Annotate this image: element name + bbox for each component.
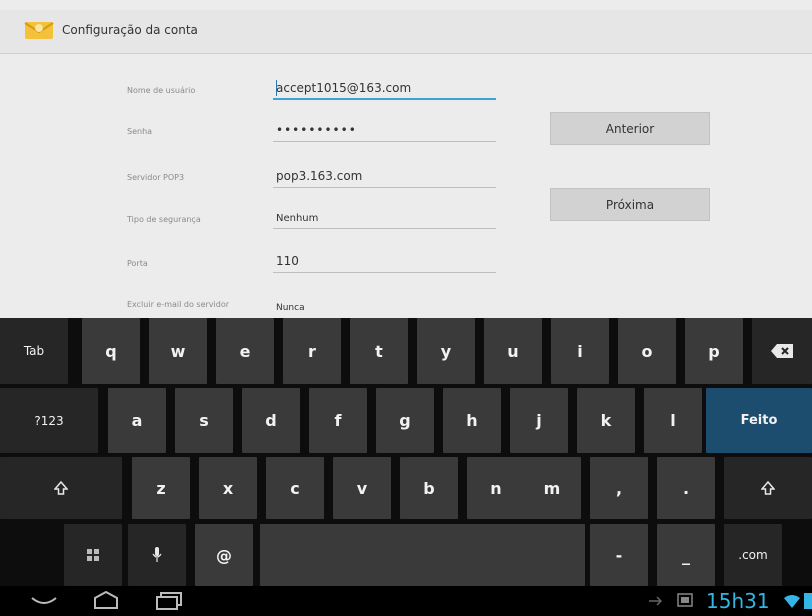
password-label: Senha (127, 127, 153, 136)
back-icon[interactable] (30, 594, 58, 608)
key-shift-right[interactable] (724, 457, 812, 519)
key-voice[interactable] (128, 524, 186, 586)
security-type-select[interactable]: Nenhum (273, 207, 496, 229)
key-r[interactable]: r (283, 318, 341, 384)
key-comma[interactable]: , (590, 457, 648, 519)
screenshot-icon (677, 593, 693, 607)
port-value: 110 (276, 254, 299, 268)
username-field[interactable]: accept1015@163.com (273, 78, 496, 100)
status-clock: 15h31 (706, 589, 770, 613)
key-f[interactable]: f (309, 388, 367, 453)
microphone-icon (152, 547, 162, 562)
key-o[interactable]: o (618, 318, 676, 384)
pop3-server-label: Servidor POP3 (127, 173, 185, 182)
account-settings-screen: Configuração da conta Nome de usuário ac… (0, 0, 812, 318)
delete-email-label: Excluir e-mail do servidor (127, 300, 229, 309)
username-label: Nome de usuário (127, 86, 196, 95)
key-q[interactable]: q (82, 318, 140, 384)
key-backspace[interactable] (752, 318, 812, 384)
key-k[interactable]: k (577, 388, 635, 453)
key-e[interactable]: e (216, 318, 274, 384)
pop3-server-value: pop3.163.com (276, 169, 363, 183)
backspace-icon (771, 344, 793, 358)
key-b[interactable]: b (400, 457, 458, 519)
key-g[interactable]: g (376, 388, 434, 453)
key-emoji[interactable] (64, 524, 122, 586)
key-j[interactable]: j (510, 388, 568, 453)
key-v[interactable]: v (333, 457, 391, 519)
key-tab[interactable]: Tab (0, 318, 68, 384)
key-l[interactable]: l (644, 388, 702, 453)
key-p[interactable]: p (685, 318, 743, 384)
port-field[interactable]: 110 (273, 251, 496, 273)
key-y[interactable]: y (417, 318, 475, 384)
security-type-value: Nenhum (276, 213, 319, 224)
key-w[interactable]: w (149, 318, 207, 384)
action-bar: Configuração da conta (0, 10, 812, 54)
key-t[interactable]: t (350, 318, 408, 384)
key-a[interactable]: a (108, 388, 166, 453)
key-d[interactable]: d (242, 388, 300, 453)
key-dotcom[interactable]: .com (724, 524, 782, 586)
previous-button[interactable]: Anterior (550, 112, 710, 145)
key-dash[interactable]: - (590, 524, 648, 586)
key-symbols[interactable]: ?123 (0, 388, 98, 453)
page-title: Configuração da conta (62, 23, 198, 37)
key-u[interactable]: u (484, 318, 542, 384)
key-period[interactable]: . (657, 457, 715, 519)
port-label: Porta (127, 259, 148, 268)
key-space[interactable] (260, 524, 585, 586)
key-i[interactable]: i (551, 318, 609, 384)
key-h[interactable]: h (443, 388, 501, 453)
password-field[interactable]: •••••••••• (273, 120, 496, 142)
key-s[interactable]: s (175, 388, 233, 453)
key-x[interactable]: x (199, 457, 257, 519)
recent-apps-icon[interactable] (155, 592, 183, 610)
key-z[interactable]: z (132, 457, 190, 519)
battery-icon (804, 593, 812, 609)
security-type-label: Tipo de segurança (127, 215, 201, 224)
key-shift-left[interactable] (0, 457, 122, 519)
key-n[interactable]: n (467, 457, 525, 519)
system-navigation-bar: 15h31 (0, 586, 812, 616)
next-button[interactable]: Próxima (550, 188, 710, 221)
shift-icon (54, 481, 68, 495)
password-value: •••••••••• (276, 123, 357, 137)
email-settings-icon (24, 22, 54, 39)
delete-email-value: Nunca (276, 303, 305, 313)
key-at[interactable]: @ (195, 524, 253, 586)
wifi-icon (784, 595, 800, 608)
emoji-icon (87, 549, 99, 561)
key-done[interactable]: Feito (706, 388, 812, 453)
usb-icon (649, 596, 662, 606)
key-m[interactable]: m (523, 457, 581, 519)
key-c[interactable]: c (266, 457, 324, 519)
shift-icon (761, 481, 775, 495)
pop3-server-field[interactable]: pop3.163.com (273, 166, 496, 188)
home-icon[interactable] (93, 591, 119, 609)
key-underscore[interactable]: _ (657, 524, 715, 586)
username-value: accept1015@163.com (276, 81, 412, 95)
soft-keyboard: Tab q w e r t y u i o p ?123 a s d f g h… (0, 318, 812, 586)
delete-email-select[interactable]: Nunca (273, 293, 496, 315)
